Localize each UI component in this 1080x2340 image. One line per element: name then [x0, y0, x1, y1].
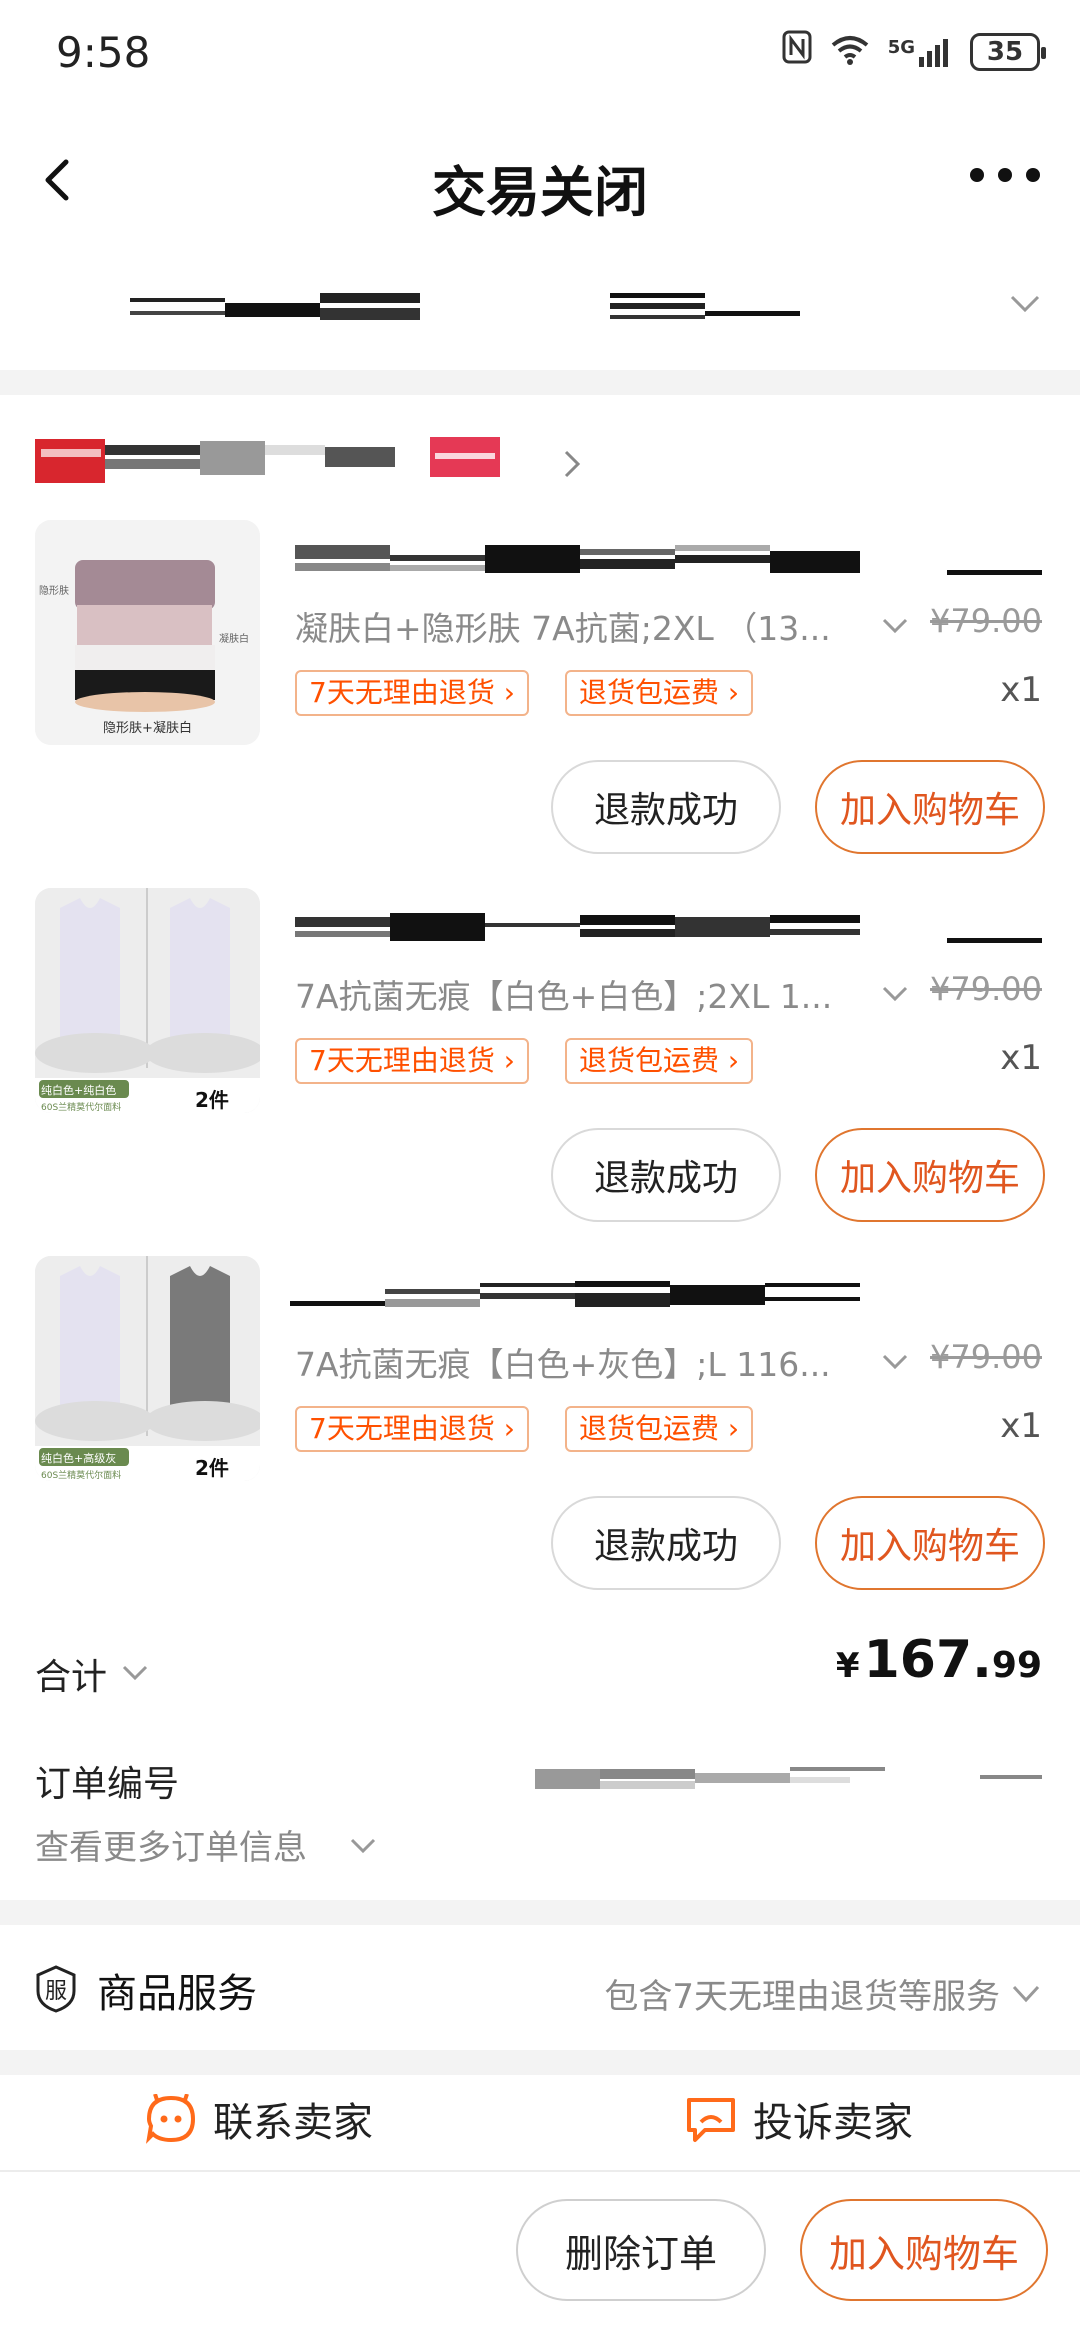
divider [0, 1900, 1080, 1925]
chevron-down-icon[interactable] [122, 1665, 148, 1681]
quantity: x1 [1000, 670, 1042, 710]
chevron-down-icon[interactable] [1010, 295, 1040, 313]
chevron-down-icon [1012, 1985, 1040, 2003]
sku-text[interactable]: 7A抗菌无痕【白色+灰色】;L 116... [295, 1338, 875, 1386]
thumbnail-caption: 纯白色+高级灰 [41, 1452, 117, 1465]
service-description: 包含7天无理由退货等服务 [604, 1977, 1000, 2017]
add-to-cart-button[interactable]: 加入购物车 [800, 2199, 1048, 2301]
divider [0, 370, 1080, 395]
return-policy-tag[interactable]: 7天无理由退货 › [295, 1038, 529, 1084]
delete-order-button[interactable]: 删除订单 [516, 2199, 766, 2301]
original-price: ¥79.00 [930, 602, 1042, 640]
cell-signal-icon: 5G [888, 37, 952, 67]
sku-text[interactable]: 7A抗菌无痕【白色+白色】;2XL 1... [295, 970, 875, 1018]
navbar: 交易关闭 [0, 120, 1080, 240]
order-item: 隐形肤+凝肤白 隐形肤 凝肤白 凝肤白+隐形肤 7A抗菌;2XL （13... … [0, 520, 1080, 870]
thumbnail-count: 2件 [195, 1088, 229, 1112]
shield-service-icon: 服 [35, 1965, 77, 2013]
product-service-row[interactable]: 服 商品服务 包含7天无理由退货等服务 [0, 1925, 1080, 2050]
return-policy-tag[interactable]: 7天无理由退货 › [295, 1406, 529, 1452]
total-label[interactable]: 合计 [35, 1648, 107, 1700]
redacted-price [947, 570, 1042, 575]
divider [0, 2050, 1080, 2075]
redacted-text [610, 291, 800, 321]
order-number-redacted [535, 1765, 915, 1795]
total-amount: ¥ 167. 99 [836, 1630, 1042, 1690]
original-price: ¥79.00 [930, 970, 1042, 1008]
total-decimal: 99 [991, 1645, 1042, 1686]
sku-text[interactable]: 凝肤白+隐形肤 7A抗菌;2XL （13... [295, 602, 875, 650]
order-item: 纯白色+纯白色 60S兰精莫代尔面料 2件 7A抗菌无痕【白色+白色】;2XL … [0, 888, 1080, 1238]
chevron-down-icon[interactable] [882, 1354, 908, 1370]
shop-name-row[interactable] [35, 435, 595, 495]
redacted-text [130, 293, 420, 323]
chat-face-icon [146, 2094, 196, 2144]
quantity: x1 [1000, 1406, 1042, 1446]
contact-seller-label: 联系卖家 [213, 2100, 373, 2146]
refund-success-button[interactable]: 退款成功 [551, 760, 781, 854]
contact-row: 联系卖家 投诉卖家 [0, 2080, 1080, 2170]
product-title-redacted[interactable] [295, 913, 860, 943]
more-dots-icon[interactable] [970, 160, 1040, 190]
service-icon-char: 服 [44, 1979, 67, 2004]
product-title-redacted[interactable] [295, 545, 860, 575]
redacted-price [947, 938, 1042, 943]
total-integer: 167. [863, 1630, 992, 1690]
thumbnail-subcaption: 60S兰精莫代尔面料 [41, 1103, 122, 1113]
return-policy-tag[interactable]: 7天无理由退货 › [295, 670, 529, 716]
refund-success-button[interactable]: 退款成功 [551, 1128, 781, 1222]
address-row[interactable] [0, 245, 1080, 370]
chevron-down-icon[interactable] [350, 1838, 376, 1854]
order-item: 纯白色+高级灰 60S兰精莫代尔面料 2件 7A抗菌无痕【白色+灰色】;L 11… [0, 1256, 1080, 1606]
copy-redacted[interactable] [980, 1775, 1042, 1779]
thumbnail-side-label: 隐形肤 [39, 586, 69, 597]
complaint-icon [687, 2098, 735, 2142]
complain-seller-label: 投诉卖家 [753, 2100, 913, 2146]
chevron-down-icon[interactable] [882, 986, 908, 1002]
nfc-icon [782, 30, 812, 73]
refund-success-button[interactable]: 退款成功 [551, 1496, 781, 1590]
add-to-cart-button[interactable]: 加入购物车 [815, 760, 1045, 854]
product-thumbnail[interactable]: 隐形肤+凝肤白 隐形肤 凝肤白 [35, 520, 260, 745]
add-to-cart-button[interactable]: 加入购物车 [815, 1128, 1045, 1222]
free-return-shipping-tag[interactable]: 退货包运费 › [565, 670, 754, 716]
quantity: x1 [1000, 1038, 1042, 1078]
thumbnail-caption: 纯白色+纯白色 [41, 1084, 117, 1097]
thumbnail-side-label: 凝肤白 [219, 634, 249, 645]
thumbnail-subcaption: 60S兰精莫代尔面料 [41, 1471, 122, 1481]
status-time: 9:58 [56, 28, 151, 77]
order-number-label: 订单编号 [35, 1764, 180, 1805]
more-order-info-link[interactable]: 查看更多订单信息 [35, 1820, 307, 1869]
thumbnail-count: 2件 [195, 1456, 229, 1480]
original-price: ¥79.00 [930, 1338, 1042, 1376]
status-icons: 5G 35 [782, 30, 1046, 73]
battery-icon: 35 [970, 32, 1046, 71]
contact-seller-button[interactable]: 联系卖家 [145, 2090, 373, 2148]
add-to-cart-button[interactable]: 加入购物车 [815, 1496, 1045, 1590]
wifi-icon [830, 34, 870, 70]
thumbnail-caption: 隐形肤+凝肤白 [103, 721, 192, 736]
currency-symbol: ¥ [835, 1646, 860, 1686]
product-title-redacted[interactable] [290, 1281, 860, 1311]
network-type: 5G [887, 36, 915, 58]
free-return-shipping-tag[interactable]: 退货包运费 › [565, 1038, 754, 1084]
product-thumbnail[interactable]: 纯白色+高级灰 60S兰精莫代尔面料 2件 [35, 1256, 260, 1481]
complain-seller-button[interactable]: 投诉卖家 [685, 2090, 913, 2148]
status-bar: 9:58 5G 35 [0, 0, 1080, 105]
chevron-right-icon [564, 450, 581, 478]
bottom-action-bar: 删除订单 加入购物车 [0, 2170, 1080, 2340]
chevron-down-icon[interactable] [882, 618, 908, 634]
order-total-row: 合计 ¥ 167. 99 [0, 1630, 1080, 1710]
service-label: 商品服务 [97, 1971, 257, 2017]
free-return-shipping-tag[interactable]: 退货包运费 › [565, 1406, 754, 1452]
product-thumbnail[interactable]: 纯白色+纯白色 60S兰精莫代尔面料 2件 [35, 888, 260, 1113]
page-title: 交易关闭 [432, 161, 648, 224]
